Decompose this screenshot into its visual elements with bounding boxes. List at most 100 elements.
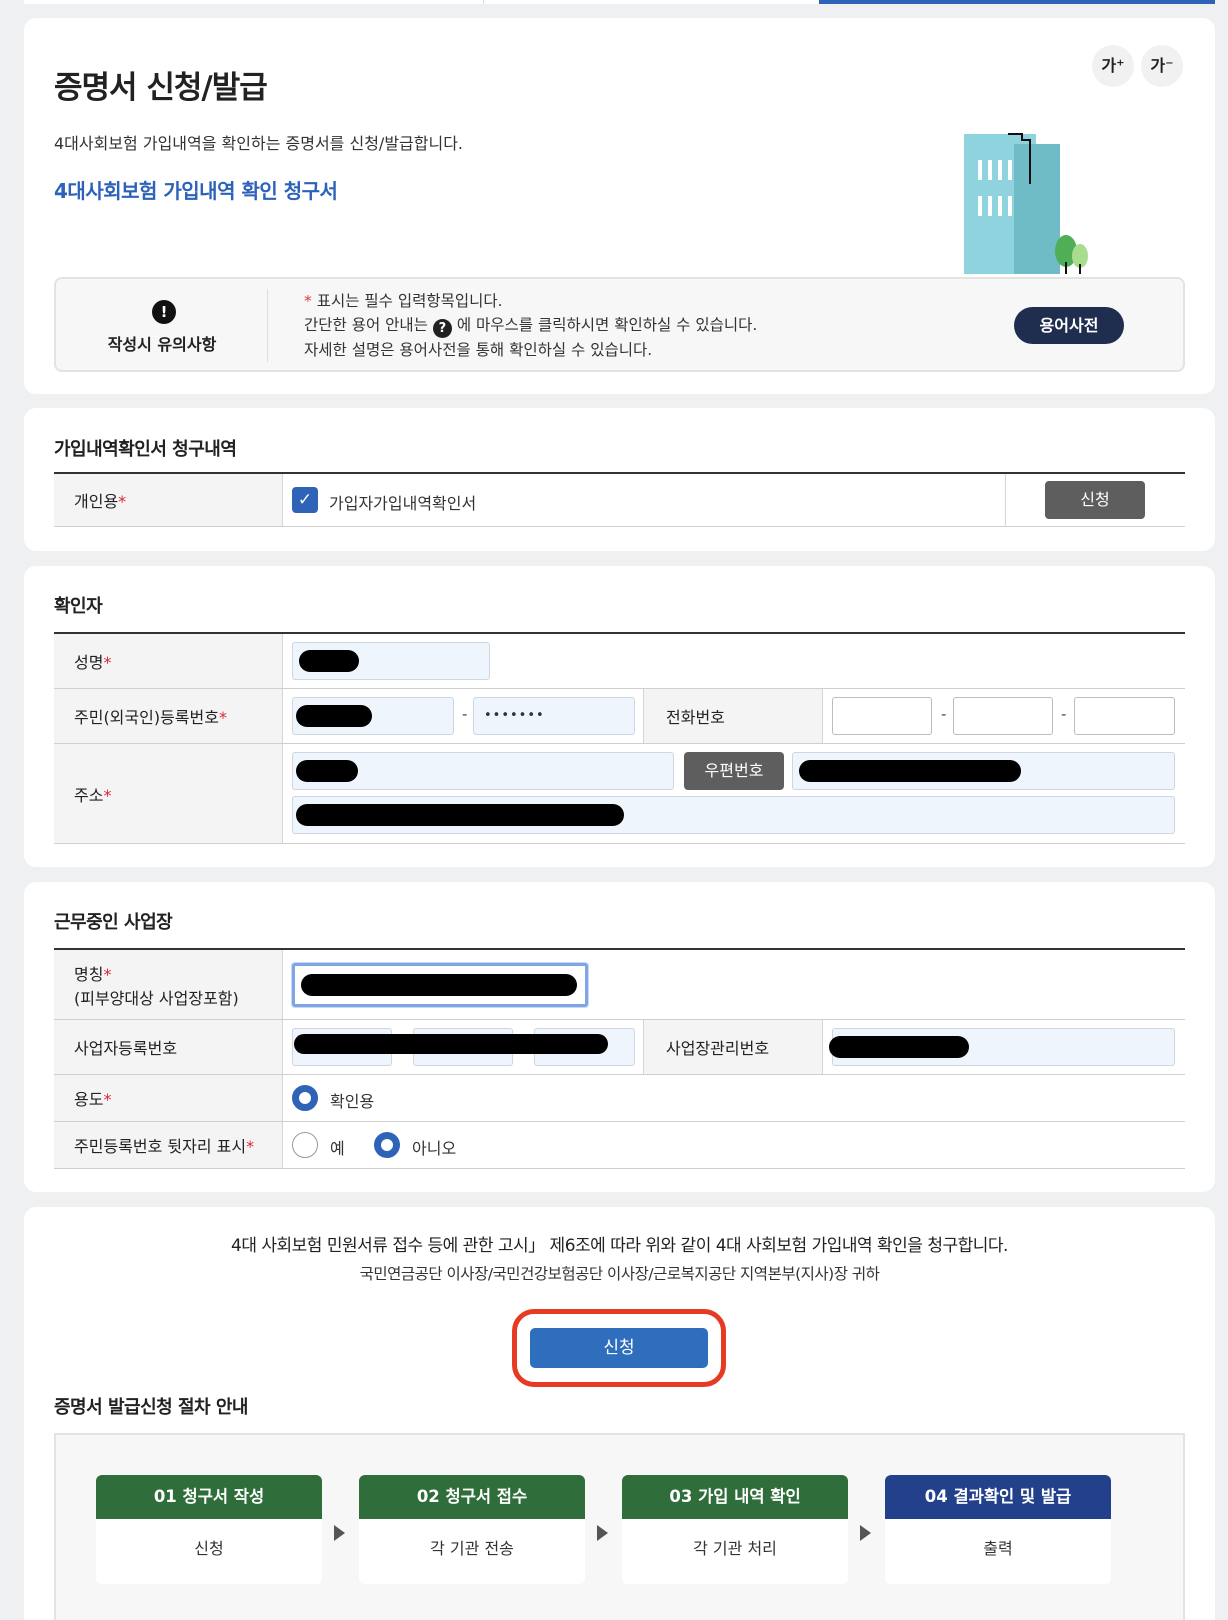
address-label: 주소* [54, 744, 283, 843]
biz-no-row: 사업자등록번호 사업장관리번호 [54, 1020, 1185, 1075]
membership-certificate-checkbox[interactable]: ✓ [292, 487, 318, 513]
tab-indicator-active [819, 0, 1215, 4]
rrn-show-label: 주민등록번호 뒷자리 표시* [54, 1122, 283, 1168]
address-row: 주소* 우편번호 [54, 744, 1185, 844]
rrn-front-input[interactable] [292, 697, 454, 735]
address-main-input[interactable] [292, 752, 674, 790]
process-step-4: 04 결과확인 및 발급 출력 [885, 1475, 1111, 1584]
name-label: 성명* [54, 634, 283, 688]
request-apply-button[interactable]: 신청 [1045, 481, 1145, 519]
phone-input-1[interactable] [832, 697, 932, 735]
redacted-value [829, 1036, 969, 1058]
mgmt-no-input[interactable] [829, 1028, 1175, 1066]
rrn-label-text: 주민(외국인)등록번호 [74, 708, 219, 727]
purpose-label: 용도* [54, 1075, 283, 1121]
rrn-show-row: 주민등록번호 뒷자리 표시* 예 아니오 [54, 1122, 1185, 1169]
step-3-body: 각 기관 처리 [693, 1539, 777, 1558]
phone-dash-1: - [941, 705, 947, 723]
address-detail-input[interactable] [292, 796, 1175, 834]
font-decrease-button[interactable]: 가⁻ [1141, 45, 1183, 87]
required-star: * [103, 653, 112, 672]
step-2-body: 각 기관 전송 [430, 1539, 514, 1558]
building-illustration [964, 133, 1088, 274]
redacted-value [299, 650, 359, 672]
confirmer-table: 성명* 주민(외국인)등록번호* - ••••••• 전화번호 - - 주소* … [54, 632, 1185, 844]
redacted-value [294, 1034, 608, 1054]
notice-line-2: 간단한 용어 안내는 ? 에 마우스를 클릭하시면 확인하실 수 있습니다. [304, 313, 757, 338]
required-star: * [118, 492, 127, 511]
rrn-show-label-text: 주민등록번호 뒷자리 표시 [74, 1137, 247, 1156]
request-table: 개인용* ✓ 가입자가입내역확인서 신청 [54, 472, 1185, 527]
request-row-label: 개인용* [54, 474, 283, 526]
workplace-name-row: 명칭* (피부양대상 사업장포함) [54, 950, 1185, 1020]
step-2-head: 02 청구서 접수 [359, 1475, 585, 1519]
arrow-right-icon [334, 1525, 345, 1541]
redacted-value [296, 760, 358, 782]
zipcode-button[interactable]: 우편번호 [684, 752, 784, 790]
form-link[interactable]: 4대사회보험 가입내역 확인 청구서 [54, 175, 338, 204]
required-star: * [218, 708, 227, 727]
name-label-text: 성명 [74, 653, 104, 672]
required-star: * [304, 292, 312, 310]
step-1-body: 신청 [194, 1539, 224, 1558]
rrn-show-yes-label: 예 [330, 1139, 345, 1158]
required-star: * [103, 1090, 112, 1109]
font-increase-button[interactable]: 가⁺ [1092, 45, 1134, 87]
step-1-head: 01 청구서 작성 [96, 1475, 322, 1519]
request-card: 가입내역확인서 청구내역 개인용* ✓ 가입자가입내역확인서 신청 [24, 408, 1215, 551]
workplace-section-title: 근무중인 사업장 [54, 912, 173, 933]
process-step-3: 03 가입 내역 확인 각 기관 처리 [622, 1475, 848, 1584]
rrn-label: 주민(외국인)등록번호* [54, 689, 283, 743]
redacted-value [296, 705, 372, 727]
arrow-right-icon [597, 1525, 608, 1541]
name-input[interactable] [292, 642, 490, 680]
purpose-label-text: 용도 [74, 1090, 104, 1109]
tab-indicator-left [24, 0, 484, 4]
notice-box: ! 작성시 유의사항 * 표시는 필수 입력항목입니다. 간단한 용어 안내는 … [54, 277, 1185, 372]
zipcode-input[interactable] [792, 752, 1175, 790]
workplace-name-label: 명칭* (피부양대상 사업장포함) [54, 950, 283, 1019]
address-label-text: 주소 [74, 785, 104, 805]
process-step-2: 02 청구서 접수 각 기관 전송 [359, 1475, 585, 1584]
purpose-row: 용도* 확인용 [54, 1075, 1185, 1122]
step-4-body: 출력 [983, 1539, 1013, 1558]
notice-lines: * 표시는 필수 입력항목입니다. 간단한 용어 안내는 ? 에 마우스를 클릭… [304, 289, 757, 362]
rrn-back-input[interactable]: ••••••• [473, 697, 635, 735]
phone-label: 전화번호 [643, 689, 823, 743]
exclamation-icon: ! [152, 300, 176, 324]
rrn-row: 주민(외국인)등록번호* - ••••••• 전화번호 - - [54, 689, 1185, 744]
biz-no-label: 사업자등록번호 [54, 1020, 283, 1074]
request-section-title: 가입내역확인서 청구내역 [54, 439, 237, 460]
top-tab-bar [24, 0, 1215, 4]
request-row-personal: 개인용* ✓ 가입자가입내역확인서 신청 [54, 474, 1185, 527]
submit-highlight: 신청 [512, 1309, 726, 1387]
purpose-confirm-label: 확인용 [330, 1092, 375, 1111]
declaration-text: 4대 사회보험 민원서류 접수 등에 관한 고시」 제6조에 따라 위와 같이 … [231, 1236, 1008, 1256]
phone-input-3[interactable] [1074, 697, 1175, 735]
required-star: * [103, 785, 112, 805]
submit-button[interactable]: 신청 [530, 1328, 708, 1368]
workplace-name-input[interactable] [292, 963, 588, 1007]
declaration-card: 4대 사회보험 민원서류 접수 등에 관한 고시」 제6조에 따라 위와 같이 … [24, 1207, 1215, 1620]
workplace-table: 명칭* (피부양대상 사업장포함) 사업자등록번호 사업장관리번호 용도* 확인… [54, 948, 1185, 1169]
redacted-value [799, 760, 1021, 782]
rrn-show-no-label: 아니오 [412, 1139, 457, 1158]
purpose-confirm-radio[interactable] [292, 1085, 318, 1111]
step-3-head: 03 가입 내역 확인 [622, 1475, 848, 1519]
notice-line-3: 자세한 설명은 용어사전을 통해 확인하실 수 있습니다. [304, 341, 653, 359]
question-icon[interactable]: ? [432, 319, 452, 338]
glossary-button[interactable]: 용어사전 [1014, 307, 1124, 344]
page-description: 4대사회보험 가입내역을 확인하는 증명서를 신청/발급합니다. [54, 134, 464, 153]
required-star: * [246, 1137, 255, 1156]
phone-input-2[interactable] [953, 697, 1053, 735]
confirmer-card: 확인자 성명* 주민(외국인)등록번호* - ••••••• 전화번호 - - … [24, 566, 1215, 867]
rrn-show-yes-radio[interactable] [292, 1132, 318, 1158]
rrn-show-no-radio[interactable] [374, 1132, 400, 1158]
cell-divider [1005, 474, 1006, 526]
process-box: 01 청구서 작성 신청 02 청구서 접수 각 기관 전송 03 가입 내역 … [54, 1433, 1185, 1620]
workplace-name-sublabel: (피부양대상 사업장포함) [74, 988, 239, 1008]
required-star: * [103, 964, 112, 984]
notice-line-1: * 표시는 필수 입력항목입니다. [304, 289, 757, 313]
step-4-head: 04 결과확인 및 발급 [885, 1475, 1111, 1519]
arrow-right-icon [860, 1525, 871, 1541]
